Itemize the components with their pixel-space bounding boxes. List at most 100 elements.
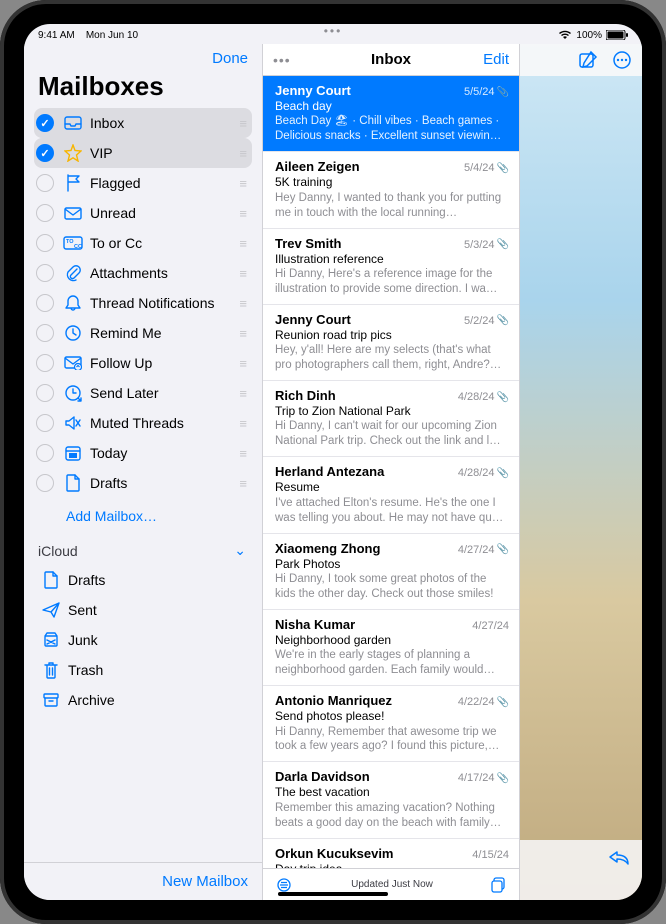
message-preview: We're in the early stages of planning a …: [275, 648, 509, 678]
icloud-section-header[interactable]: iCloud⌄: [34, 536, 252, 565]
stack-icon[interactable]: [491, 877, 507, 893]
message-preview: Hey Danny, I wanted to thank you for put…: [275, 191, 509, 221]
sidebar-item-muted-threads[interactable]: Muted Threads≡: [34, 408, 252, 438]
drag-handle-icon[interactable]: ≡: [239, 206, 246, 221]
drag-handle-icon[interactable]: ≡: [239, 476, 246, 491]
message-preview: Hey, y'all! Here are my selects (that's …: [275, 343, 509, 373]
multitask-pill-icon[interactable]: •••: [324, 24, 343, 38]
attachment-icon: 📎: [497, 87, 509, 98]
message-date: 4/22/24 📎: [458, 696, 509, 708]
sidebar-item-label: Today: [90, 445, 239, 461]
sendlater-icon: [62, 384, 84, 402]
junk-icon: [40, 632, 62, 648]
add-mailbox-button[interactable]: Add Mailbox…: [34, 498, 252, 536]
message-sender: Orkun Kucuksevim: [275, 846, 394, 861]
trash-icon: [40, 661, 62, 679]
message-row[interactable]: Jenny Court5/2/24 📎Reunion road trip pic…: [263, 305, 519, 381]
message-row[interactable]: Jenny Court5/5/24 📎Beach dayBeach Day 🏖 …: [263, 76, 519, 152]
drag-handle-icon[interactable]: ≡: [239, 116, 246, 131]
checkbox-icon[interactable]: [36, 294, 54, 312]
icloud-item-archive[interactable]: Archive: [34, 685, 252, 715]
message-row[interactable]: Trev Smith5/3/24 📎Illustration reference…: [263, 229, 519, 305]
message-preview: Remember this amazing vacation? Nothing …: [275, 801, 509, 831]
message-sender: Jenny Court: [275, 312, 351, 327]
attachment-icon: 📎: [497, 239, 509, 250]
checkbox-icon[interactable]: [36, 264, 54, 282]
message-subject: Illustration reference: [275, 252, 509, 266]
checkbox-icon[interactable]: [36, 174, 54, 192]
icloud-item-sent[interactable]: Sent: [34, 595, 252, 625]
message-subject: Send photos please!: [275, 709, 509, 723]
message-row[interactable]: Herland Antezana4/28/24 📎ResumeI've atta…: [263, 457, 519, 533]
drag-handle-icon[interactable]: ≡: [239, 266, 246, 281]
drag-handle-icon[interactable]: ≡: [239, 146, 246, 161]
message-row[interactable]: Darla Davidson4/17/24 📎The best vacation…: [263, 762, 519, 838]
followup-icon: [62, 356, 84, 370]
checkbox-icon[interactable]: [36, 474, 54, 492]
message-preview: Hi Danny, I can't wait for our upcoming …: [275, 419, 509, 449]
sidebar-item-label: To or Cc: [90, 235, 239, 251]
new-mailbox-button[interactable]: New Mailbox: [162, 873, 248, 890]
message-row[interactable]: Orkun Kucuksevim4/15/24Day trip ideaHell…: [263, 839, 519, 868]
checkbox-icon[interactable]: [36, 234, 54, 252]
compose-icon[interactable]: [578, 50, 598, 70]
page-title: Mailboxes: [24, 71, 262, 108]
sidebar-item-drafts[interactable]: Drafts≡: [34, 468, 252, 498]
drag-handle-icon[interactable]: ≡: [239, 386, 246, 401]
sidebar-item-inbox[interactable]: Inbox≡: [34, 108, 252, 138]
drag-handle-icon[interactable]: ≡: [239, 296, 246, 311]
drag-handle-icon[interactable]: ≡: [239, 176, 246, 191]
reply-icon[interactable]: [608, 848, 630, 866]
doc-icon: [40, 571, 62, 589]
drag-handle-icon[interactable]: ≡: [239, 416, 246, 431]
home-indicator[interactable]: [278, 892, 388, 896]
drag-handle-icon[interactable]: ≡: [239, 446, 246, 461]
icloud-item-junk[interactable]: Junk: [34, 625, 252, 655]
checkbox-icon[interactable]: [36, 144, 54, 162]
message-row[interactable]: Xiaomeng Zhong4/27/24 📎Park PhotosHi Dan…: [263, 534, 519, 610]
more-circle-icon[interactable]: [612, 50, 632, 70]
sidebar-item-today[interactable]: Today≡: [34, 438, 252, 468]
message-row[interactable]: Nisha Kumar4/27/24Neighborhood gardenWe'…: [263, 610, 519, 686]
checkbox-icon[interactable]: [36, 414, 54, 432]
filter-icon[interactable]: [275, 878, 293, 892]
checkbox-icon[interactable]: [36, 354, 54, 372]
sidebar-item-follow-up[interactable]: Follow Up≡: [34, 348, 252, 378]
message-date: 4/28/24 📎: [458, 467, 509, 479]
edit-button[interactable]: Edit: [483, 51, 509, 68]
message-row[interactable]: Rich Dinh4/28/24 📎Trip to Zion National …: [263, 381, 519, 457]
icloud-item-label: Archive: [68, 692, 252, 708]
message-date: 4/27/24: [472, 620, 509, 632]
sidebar-item-thread-notifications[interactable]: Thread Notifications≡: [34, 288, 252, 318]
overflow-icon[interactable]: •••: [273, 52, 291, 68]
message-preview: Hi Danny, Here's a reference image for t…: [275, 267, 509, 297]
icloud-item-label: Sent: [68, 602, 252, 618]
sidebar-item-flagged[interactable]: Flagged≡: [34, 168, 252, 198]
message-row[interactable]: Antonio Manriquez4/22/24 📎Send photos pl…: [263, 686, 519, 762]
done-button[interactable]: Done: [212, 50, 248, 67]
sidebar-item-to-or-cc[interactable]: TOCCTo or Cc≡: [34, 228, 252, 258]
checkbox-icon[interactable]: [36, 384, 54, 402]
checkbox-icon[interactable]: [36, 114, 54, 132]
sidebar-item-label: Drafts: [90, 475, 239, 491]
drag-handle-icon[interactable]: ≡: [239, 236, 246, 251]
message-sender: Nisha Kumar: [275, 617, 355, 632]
message-row[interactable]: Aileen Zeigen5/4/24 📎5K trainingHey Dann…: [263, 152, 519, 228]
message-subject: Trip to Zion National Park: [275, 404, 509, 418]
message-date: 4/17/24 📎: [458, 772, 509, 784]
checkbox-icon[interactable]: [36, 444, 54, 462]
attachment-icon: 📎: [497, 544, 509, 555]
drag-handle-icon[interactable]: ≡: [239, 326, 246, 341]
message-date: 4/27/24 📎: [458, 544, 509, 556]
checkbox-icon[interactable]: [36, 324, 54, 342]
sidebar-item-vip[interactable]: VIP≡: [34, 138, 252, 168]
message-preview: Beach Day 🏖 · Chill vibes · Beach games …: [275, 114, 509, 144]
sidebar-item-attachments[interactable]: Attachments≡: [34, 258, 252, 288]
sidebar-item-unread[interactable]: Unread≡: [34, 198, 252, 228]
sidebar-item-send-later[interactable]: Send Later≡: [34, 378, 252, 408]
drag-handle-icon[interactable]: ≡: [239, 356, 246, 371]
sidebar-item-remind-me[interactable]: Remind Me≡: [34, 318, 252, 348]
icloud-item-trash[interactable]: Trash: [34, 655, 252, 685]
icloud-item-drafts[interactable]: Drafts: [34, 565, 252, 595]
checkbox-icon[interactable]: [36, 204, 54, 222]
